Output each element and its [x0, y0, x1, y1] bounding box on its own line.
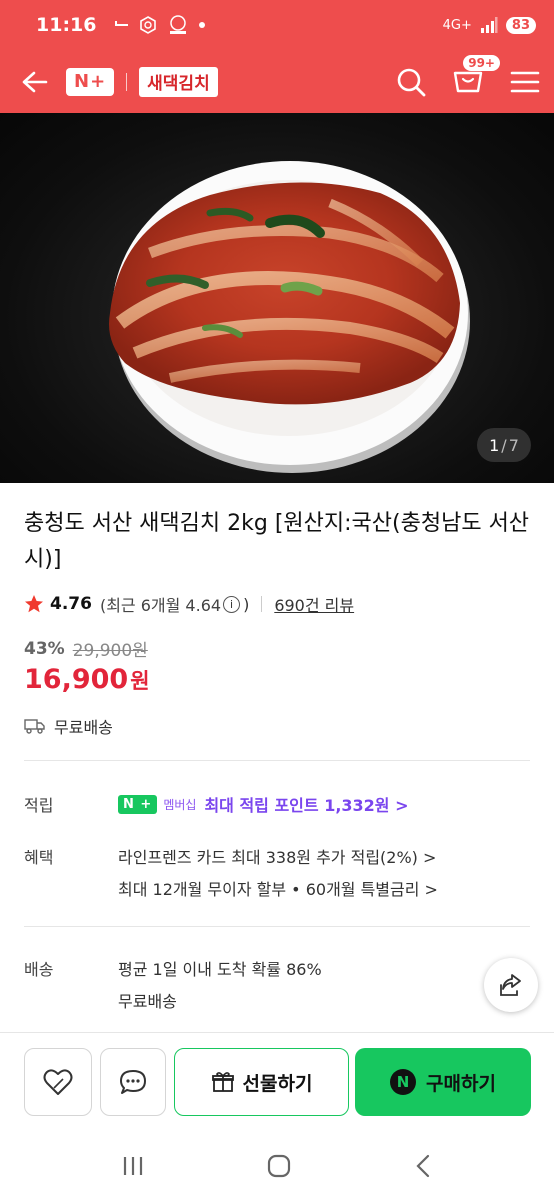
arrow-left-icon — [22, 71, 48, 92]
naver-plus-logo[interactable]: N+ — [66, 67, 115, 96]
buy-button[interactable]: N 구매하기 — [355, 1048, 531, 1116]
info-icon[interactable]: i — [223, 595, 241, 613]
product-title: 충청도 서산 새댁김치 2kg [원산지:국산(충청남도 서산시)] — [24, 511, 530, 572]
chat-bubble-icon — [120, 1070, 146, 1094]
membership-text: 멤버십 — [163, 797, 197, 812]
app-header: N+ 새댁김치 99+ — [0, 50, 554, 113]
battery-level: 83 — [505, 16, 536, 34]
rating-row: 4.76 (최근 6개월 4.64 i ) 690건 리뷰 — [24, 592, 354, 616]
share-button[interactable] — [484, 958, 538, 1012]
network-label: 4G+ — [442, 17, 472, 33]
back-button[interactable] — [18, 65, 52, 99]
image-counter-separator: / — [501, 435, 507, 455]
system-nav-bar — [0, 1132, 554, 1200]
naver-pay-icon: N — [390, 1069, 417, 1095]
gift-label: 선물하기 — [242, 1072, 313, 1095]
delivery-probability: 평균 1일 이내 도착 확률 86% — [118, 960, 322, 979]
truck-icon — [24, 719, 45, 734]
system-indicators: 4G+ 83 — [442, 16, 536, 34]
image-counter-current: 1 — [489, 435, 500, 455]
sale-price-unit: 원 — [130, 669, 150, 693]
card-benefit-link[interactable]: 라인프렌즈 카드 최대 338원 추가 적립(2%) > — [118, 844, 436, 868]
buy-label: 구매하기 — [426, 1072, 496, 1095]
home-icon[interactable] — [266, 1153, 292, 1179]
dash-icon — [115, 21, 129, 26]
shipping-info: 무료배송 — [24, 714, 113, 738]
share-icon — [500, 974, 521, 996]
kimchi-plate-image — [109, 161, 470, 473]
shipping-text: 무료배송 — [54, 718, 113, 737]
section-divider — [24, 760, 530, 761]
header-divider — [126, 72, 128, 91]
gift-icon — [211, 1072, 234, 1092]
image-counter-total: 7 — [508, 435, 519, 455]
sale-price: 16,900원 — [24, 664, 150, 695]
purchase-action-bar: 선물하기 N 구매하기 — [0, 1032, 554, 1132]
signal-icon — [480, 17, 498, 33]
heart-icon — [43, 1069, 73, 1095]
benefit-label: 혜택 — [24, 848, 54, 867]
review-count-link[interactable]: 690건 리뷰 — [274, 592, 354, 616]
back-nav-icon[interactable] — [413, 1154, 433, 1178]
rating-score: 4.76 — [50, 594, 92, 614]
gift-button[interactable]: 선물하기 — [174, 1048, 349, 1116]
delivery-fee: 무료배송 — [118, 992, 177, 1011]
membership-point: 최대 적립 포인트 1,332원 > — [204, 796, 409, 815]
search-icon[interactable] — [396, 67, 426, 97]
section-divider — [24, 926, 530, 927]
image-counter: 1 / 7 — [477, 428, 531, 462]
recent-rating: (최근 6개월 4.64 — [99, 596, 222, 615]
talk-button[interactable] — [100, 1048, 166, 1116]
discount-row: 43% 29,900원 — [24, 636, 148, 662]
status-bar: 11:16 4G+ 83 — [0, 0, 554, 50]
wishlist-button[interactable] — [24, 1048, 92, 1116]
reward-label: 적립 — [24, 796, 54, 815]
installment-benefit-link[interactable]: 최대 12개월 무이자 할부 • 60개월 특별금리 > — [118, 876, 438, 900]
discount-rate: 43% — [24, 638, 65, 659]
sale-price-value: 16,900 — [24, 664, 129, 695]
cart-button[interactable]: 99+ — [452, 54, 500, 99]
membership-badge: N + — [118, 794, 158, 814]
recent-apps-icon[interactable] — [121, 1155, 145, 1177]
recent-rating-close: ) — [243, 594, 250, 614]
sol-bank-icon — [170, 15, 187, 34]
menu-icon[interactable] — [510, 70, 540, 94]
rating-divider — [261, 596, 263, 612]
status-time: 11:16 — [36, 14, 97, 36]
original-price: 29,900원 — [72, 641, 148, 661]
delivery-label: 배송 — [24, 960, 54, 979]
notification-icons — [114, 14, 206, 36]
store-logo[interactable]: 새댁김치 — [139, 66, 218, 97]
cube-icon — [140, 16, 157, 34]
dot-icon — [199, 22, 206, 28]
product-image-gallery[interactable]: 1 / 7 — [0, 113, 554, 483]
membership-reward-link[interactable]: N + 멤버십 최대 적립 포인트 1,332원 > — [118, 792, 409, 816]
cart-count-badge: 99+ — [463, 54, 500, 71]
star-icon — [25, 595, 43, 613]
